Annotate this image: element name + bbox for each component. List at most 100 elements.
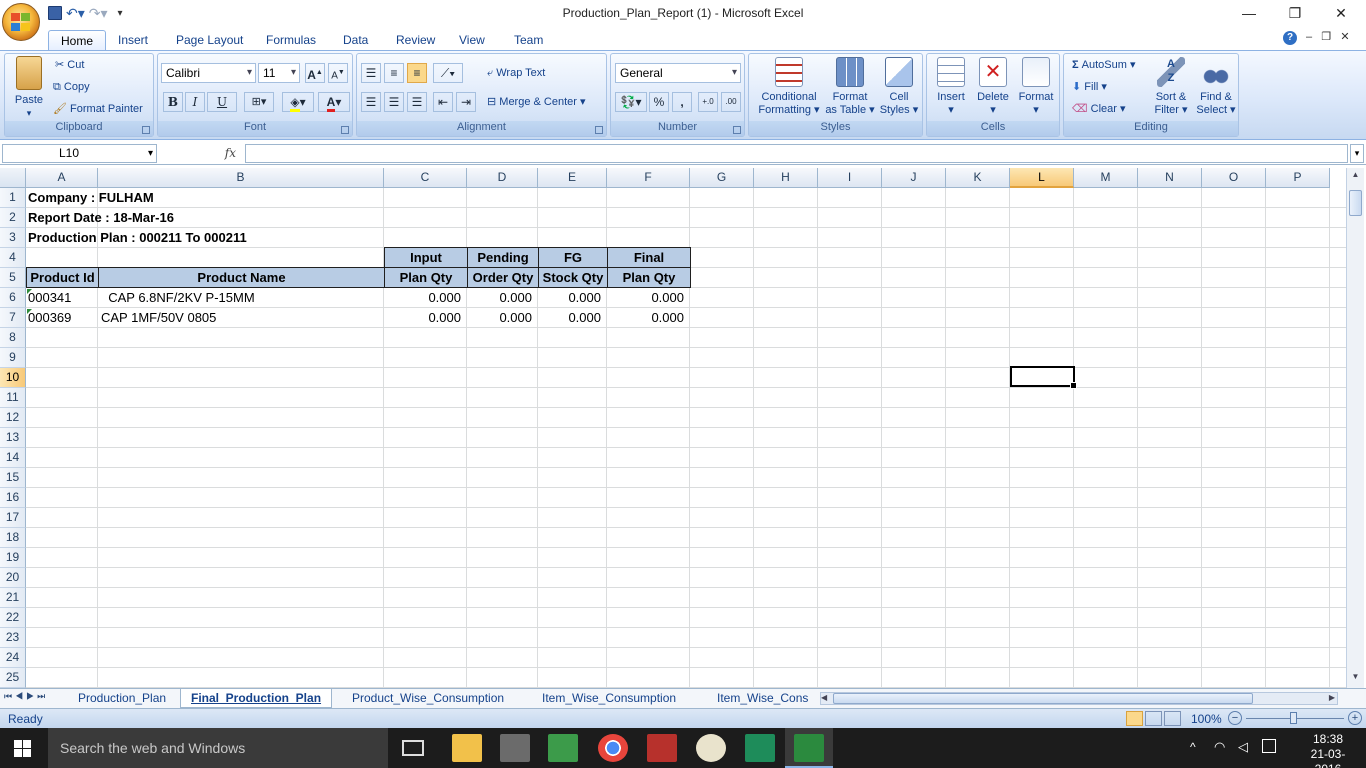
row-header-4[interactable]: 4 <box>0 248 26 268</box>
sort-filter-button[interactable]: AZ Sort & Filter ▾ <box>1150 57 1192 117</box>
worksheet-grid[interactable]: ABCDEFGHIJKLMNOP 1 2 3 4 5 6 7 8 9 10 11 12 13 14 15 16… <box>0 168 1346 688</box>
row-header-10[interactable]: 10 <box>0 368 26 388</box>
pending-order-qty-cell[interactable]: 0.000 <box>468 308 538 328</box>
number-launcher-icon[interactable] <box>733 126 741 134</box>
underline-button[interactable]: U <box>207 92 237 112</box>
align-left-button[interactable]: ☰ <box>361 92 381 112</box>
conditional-formatting-button[interactable]: Conditional Formatting ▾ <box>751 57 827 117</box>
tab-insert[interactable]: Insert <box>106 30 160 50</box>
office-button[interactable] <box>2 3 40 41</box>
row-header-12[interactable]: 12 <box>0 408 26 428</box>
report-date-cell[interactable]: Report Date : 18-Mar-16 <box>28 208 378 228</box>
excel-active-task[interactable] <box>785 728 833 768</box>
align-bottom-button[interactable]: ≡ <box>407 63 427 83</box>
clock[interactable]: 18:38 21-03-2016 <box>1298 732 1358 768</box>
row-header-5[interactable]: 5 <box>0 268 26 288</box>
column-header-m[interactable]: M <box>1074 168 1138 188</box>
number-format-select[interactable]: General <box>615 63 741 83</box>
header-fg[interactable]: FG <box>538 247 608 268</box>
sheet-tab[interactable]: Item_Wise_Consumption <box>532 689 686 708</box>
column-header-l[interactable]: L <box>1010 168 1074 188</box>
borders-button[interactable]: ⊞▾ <box>244 92 274 112</box>
header-input[interactable]: Input <box>384 247 468 268</box>
header-pending[interactable]: Pending <box>467 247 539 268</box>
copy-button[interactable]: ⧉ Copy <box>53 80 90 94</box>
column-header-h[interactable]: H <box>754 168 818 188</box>
sheet-tab-active[interactable]: Final_Production_Plan <box>180 689 333 708</box>
insert-function-button[interactable]: fx <box>160 144 242 163</box>
format-cells-button[interactable]: Format ▾ <box>1015 57 1057 117</box>
font-name-select[interactable]: Calibri <box>161 63 256 83</box>
tab-team[interactable]: Team <box>502 30 555 50</box>
alignment-launcher-icon[interactable] <box>595 126 603 134</box>
product-name-cell[interactable]: CAP 6.8NF/2KV P-15MM <box>101 288 383 308</box>
column-header-a[interactable]: A <box>26 168 98 188</box>
row-header-21[interactable]: 21 <box>0 588 26 608</box>
column-header-k[interactable]: K <box>946 168 1010 188</box>
bold-button[interactable]: B <box>163 92 183 112</box>
column-header-o[interactable]: O <box>1202 168 1266 188</box>
pdf-app-icon[interactable] <box>647 734 677 762</box>
format-painter-button[interactable]: 🖌 Format Painter <box>53 102 143 116</box>
zoom-thumb[interactable] <box>1290 712 1297 724</box>
wrap-text-button[interactable]: ⤶ Wrap Text <box>487 66 545 80</box>
clear-button[interactable]: ⌫ Clear ▾ <box>1072 102 1126 116</box>
font-size-select[interactable]: 11 <box>258 63 300 83</box>
tab-home[interactable]: Home <box>48 30 107 50</box>
row-header-24[interactable]: 24 <box>0 648 26 668</box>
percent-style-button[interactable]: % <box>649 92 669 112</box>
align-center-button[interactable]: ☰ <box>384 92 404 112</box>
product-name-cell[interactable]: CAP 1MF/50V 0805 <box>101 308 383 328</box>
restore-button[interactable]: ❐ <box>1272 2 1318 24</box>
sheet-tab[interactable]: Item_Wise_Cons <box>707 689 815 708</box>
row-header-13[interactable]: 13 <box>0 428 26 448</box>
company-cell[interactable]: Company : FULHAM <box>28 188 378 208</box>
align-right-button[interactable]: ☰ <box>407 92 427 112</box>
column-header-e[interactable]: E <box>538 168 607 188</box>
scroll-left-icon[interactable]: ◀ <box>821 693 827 702</box>
sheet-tab[interactable]: Product_Wise_Consumption <box>342 689 514 708</box>
column-header-n[interactable]: N <box>1138 168 1202 188</box>
task-view-icon[interactable] <box>402 740 424 756</box>
column-header-i[interactable]: I <box>818 168 882 188</box>
select-all-button[interactable] <box>0 168 26 188</box>
vertical-scroll-thumb[interactable] <box>1349 190 1362 216</box>
production-plan-cell[interactable]: Production Plan : 000211 To 000211 <box>28 228 378 248</box>
fill-button[interactable]: ⬇ Fill ▾ <box>1072 80 1107 94</box>
active-cell-selection[interactable] <box>1010 366 1077 389</box>
search-box[interactable]: Search the web and Windows <box>48 728 388 768</box>
row-header-25[interactable]: 25 <box>0 668 26 688</box>
zoom-out-icon[interactable]: − <box>1228 711 1242 725</box>
windows-start-icon[interactable] <box>14 740 31 757</box>
row-header-3[interactable]: 3 <box>0 228 26 248</box>
fill-color-button[interactable]: ◈▾ <box>282 92 314 112</box>
column-header-d[interactable]: D <box>467 168 538 188</box>
scroll-up-icon[interactable]: ▲ <box>1349 170 1362 180</box>
tab-formulas[interactable]: Formulas <box>254 30 328 50</box>
header-stock-qty[interactable]: Stock Qty <box>538 267 608 288</box>
header-product-name[interactable]: Product Name <box>98 267 385 288</box>
expand-formula-bar-icon[interactable]: ▾ <box>1350 144 1364 163</box>
column-header-b[interactable]: B <box>98 168 384 188</box>
zoom-in-icon[interactable]: + <box>1348 711 1362 725</box>
show-hidden-icons-icon[interactable]: ^ <box>1190 740 1196 754</box>
header-input-plan-qty[interactable]: Plan Qty <box>384 267 468 288</box>
row-header-19[interactable]: 19 <box>0 548 26 568</box>
column-header-p[interactable]: P <box>1266 168 1330 188</box>
autosum-button[interactable]: Σ AutoSum ▾ <box>1072 58 1136 72</box>
row-header-16[interactable]: 16 <box>0 488 26 508</box>
pending-order-qty-cell[interactable]: 0.000 <box>468 288 538 308</box>
column-header-g[interactable]: G <box>690 168 754 188</box>
ribbon-minimize-icon[interactable]: – ❐ ✕ <box>1306 30 1350 43</box>
page-break-view-icon[interactable] <box>1164 711 1181 726</box>
customize-qat-icon[interactable]: ▾ <box>118 8 123 19</box>
insert-cells-button[interactable]: Insert ▾ <box>931 57 971 117</box>
row-header-6[interactable]: 6 <box>0 288 26 308</box>
column-header-c[interactable]: C <box>384 168 467 188</box>
tab-data[interactable]: Data <box>331 30 380 50</box>
column-header-f[interactable]: F <box>607 168 690 188</box>
row-header-15[interactable]: 15 <box>0 468 26 488</box>
delete-cells-button[interactable]: ✕ Delete ▾ <box>973 57 1013 117</box>
decrease-decimal-button[interactable]: .00 <box>721 92 741 112</box>
italic-button[interactable]: I <box>185 92 205 112</box>
